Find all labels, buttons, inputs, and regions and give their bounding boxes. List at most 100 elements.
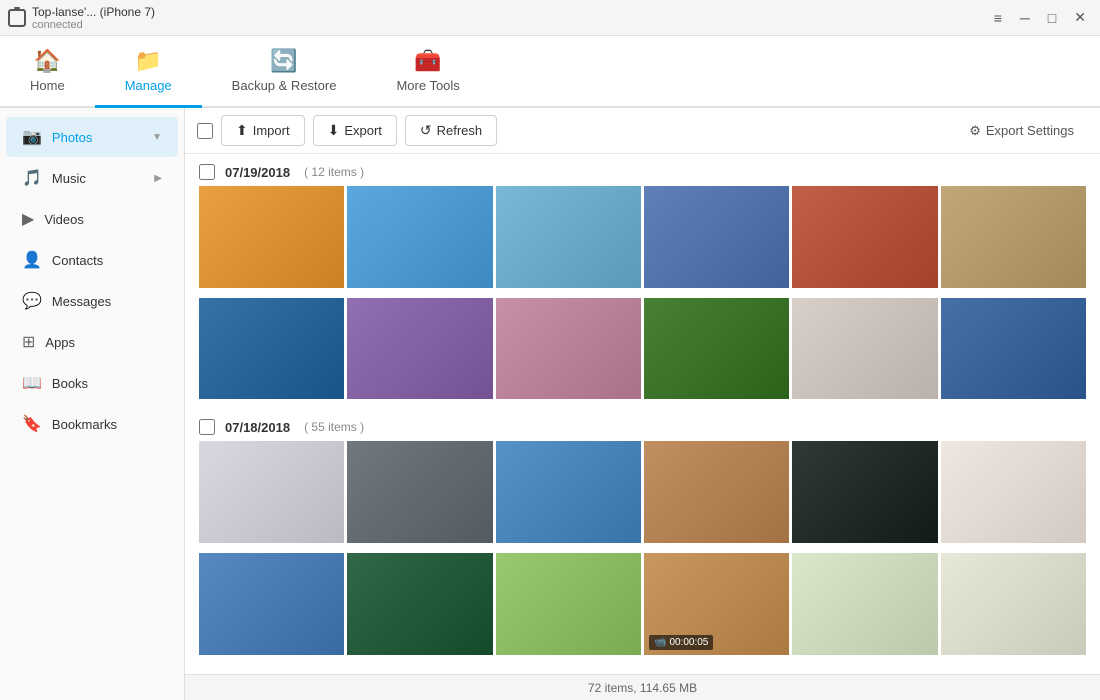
video-duration: 00:00:05: [669, 637, 708, 648]
photo-thumbnail: [496, 553, 641, 655]
sidebar-item-bookmarks[interactable]: 🔖 Bookmarks: [6, 404, 178, 444]
photo-inner: [644, 441, 789, 543]
tab-backup[interactable]: 🔄 Backup & Restore: [202, 36, 367, 108]
photo-thumbnail: [644, 298, 789, 400]
window-controls[interactable]: ≡ ─ □ ✕: [988, 7, 1092, 28]
refresh-button[interactable]: ↺ Refresh: [405, 115, 497, 146]
chevron-right-icon: ▶: [154, 173, 162, 184]
photo-inner: [792, 441, 937, 543]
statusbar: 72 items, 114.65 MB: [185, 674, 1100, 700]
date-count-0: ( 12 items ): [304, 165, 364, 179]
photo-grid-1-1: 📹00:00:05: [185, 553, 1100, 665]
tab-home[interactable]: 🏠 Home: [0, 36, 95, 108]
tab-tools[interactable]: 🧰 More Tools: [366, 36, 489, 108]
photo-inner: [347, 298, 492, 400]
photo-cell[interactable]: [496, 553, 641, 655]
photo-cell[interactable]: [347, 186, 492, 288]
photo-area: 07/19/2018( 12 items )07/18/2018( 55 ite…: [185, 154, 1100, 674]
tab-manage[interactable]: 📁 Manage: [95, 36, 202, 108]
photo-thumbnail: [347, 553, 492, 655]
content-area: ⬆ Import ⬇ Export ↺ Refresh ⚙ Export Set…: [185, 108, 1100, 700]
date-group-checkbox-0[interactable]: [199, 164, 215, 180]
photo-inner: [199, 186, 344, 288]
photo-cell[interactable]: [199, 441, 344, 543]
photo-cell[interactable]: [644, 186, 789, 288]
contacts-icon: 👤: [22, 250, 42, 270]
sidebar-item-contacts[interactable]: 👤 Contacts: [6, 240, 178, 280]
device-status: connected: [32, 19, 155, 31]
photo-cell[interactable]: [941, 553, 1086, 655]
photo-cell[interactable]: [347, 553, 492, 655]
photo-inner: [941, 186, 1086, 288]
music-icon: 🎵: [22, 168, 42, 188]
books-icon: 📖: [22, 373, 42, 393]
photo-inner: [347, 186, 492, 288]
photo-cell[interactable]: [347, 441, 492, 543]
photo-cell[interactable]: 📹00:00:05: [644, 553, 789, 655]
photo-inner: [496, 298, 641, 400]
photo-thumbnail: [496, 441, 641, 543]
manage-icon: 📁: [134, 48, 161, 74]
sidebar-label-bookmarks: Bookmarks: [52, 417, 117, 432]
sidebar-item-videos[interactable]: ▶ Videos: [6, 199, 178, 239]
photo-thumbnail: [941, 553, 1086, 655]
export-label: Export: [344, 123, 382, 138]
photo-grid-0-1: [185, 298, 1100, 410]
photo-thumbnail: [644, 441, 789, 543]
messages-icon: 💬: [22, 291, 42, 311]
photo-cell[interactable]: [941, 298, 1086, 400]
photo-thumbnail: [792, 186, 937, 288]
photo-cell[interactable]: [644, 441, 789, 543]
photo-cell[interactable]: [792, 186, 937, 288]
sidebar-label-music: Music: [52, 171, 86, 186]
photos-icon: 📷: [22, 127, 42, 147]
export-button[interactable]: ⬇ Export: [313, 115, 397, 146]
select-all-checkbox[interactable]: [197, 123, 213, 139]
sidebar-label-messages: Messages: [52, 294, 111, 309]
maximize-icon[interactable]: □: [1042, 8, 1062, 28]
import-icon: ⬆: [236, 122, 248, 139]
status-text: 72 items, 114.65 MB: [588, 681, 697, 695]
sidebar-item-messages[interactable]: 💬 Messages: [6, 281, 178, 321]
minimize-icon[interactable]: ─: [1014, 8, 1036, 28]
sidebar-item-photos[interactable]: 📷 Photos ▼: [6, 117, 178, 157]
date-count-1: ( 55 items ): [304, 420, 364, 434]
photo-cell[interactable]: [941, 186, 1086, 288]
tab-backup-label: Backup & Restore: [232, 78, 337, 93]
photo-thumbnail: [347, 298, 492, 400]
sidebar-item-music[interactable]: 🎵 Music ▶: [6, 158, 178, 198]
sidebar-item-apps[interactable]: ⊞ Apps: [6, 322, 178, 362]
device-icon: [8, 9, 26, 27]
sidebar-label-books: Books: [52, 376, 88, 391]
menu-icon[interactable]: ≡: [988, 8, 1008, 28]
photo-thumbnail: [941, 298, 1086, 400]
photo-inner: [347, 441, 492, 543]
tab-home-label: Home: [30, 78, 65, 93]
photo-inner: [347, 553, 492, 655]
date-label-1: 07/18/2018: [225, 420, 290, 435]
photo-cell[interactable]: [792, 298, 937, 400]
device-info: Top-lanse'... (iPhone 7) connected: [8, 5, 155, 31]
photo-cell[interactable]: [496, 186, 641, 288]
photo-cell[interactable]: [644, 298, 789, 400]
photo-cell[interactable]: [199, 298, 344, 400]
import-label: Import: [253, 123, 290, 138]
photo-cell[interactable]: [496, 441, 641, 543]
photo-cell[interactable]: [792, 441, 937, 543]
photo-cell[interactable]: [347, 298, 492, 400]
import-button[interactable]: ⬆ Import: [221, 115, 305, 146]
photo-cell[interactable]: [199, 186, 344, 288]
photo-inner: [941, 441, 1086, 543]
photo-cell[interactable]: [496, 298, 641, 400]
photo-cell[interactable]: [941, 441, 1086, 543]
photo-grid-0-0: [185, 186, 1100, 298]
sidebar-item-books[interactable]: 📖 Books: [6, 363, 178, 403]
device-details: Top-lanse'... (iPhone 7) connected: [32, 5, 155, 31]
photo-cell[interactable]: [199, 553, 344, 655]
date-group-checkbox-1[interactable]: [199, 419, 215, 435]
export-settings-button[interactable]: ⚙ Export Settings: [955, 117, 1088, 145]
photo-cell[interactable]: [792, 553, 937, 655]
photo-inner: [199, 298, 344, 400]
photo-thumbnail: [199, 186, 344, 288]
close-icon[interactable]: ✕: [1068, 7, 1092, 28]
